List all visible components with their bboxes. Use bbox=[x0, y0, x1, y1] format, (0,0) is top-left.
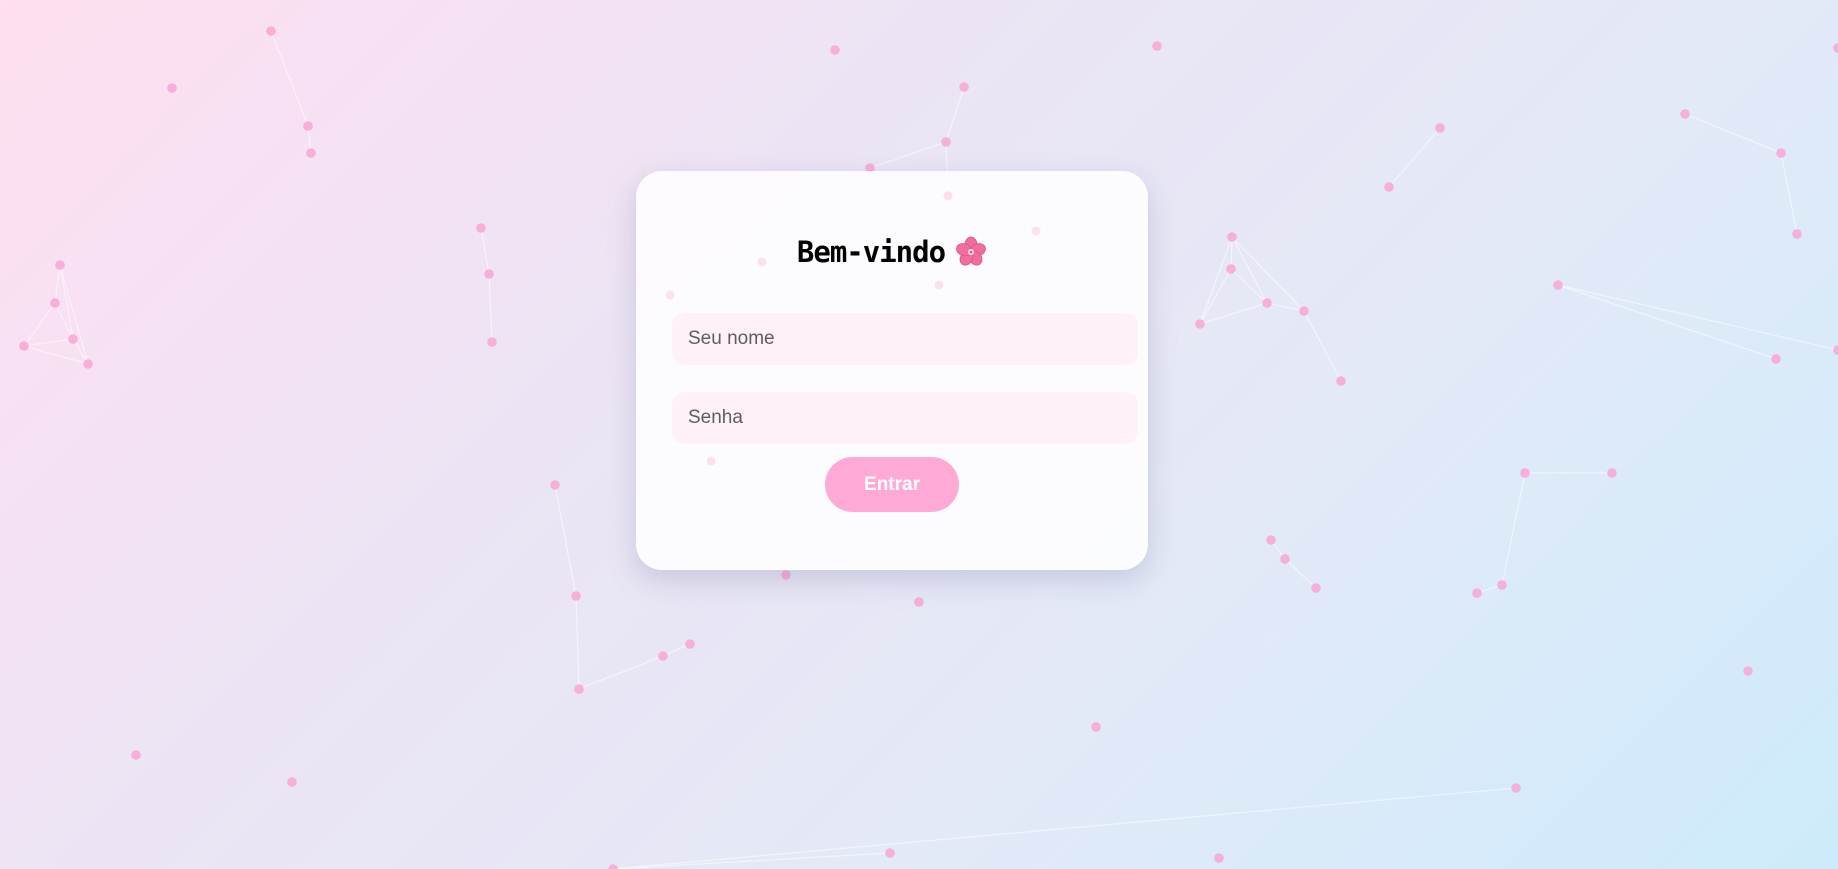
particle-link bbox=[1199, 236, 1233, 325]
particle-node bbox=[1227, 232, 1237, 242]
particle-node bbox=[1743, 666, 1753, 676]
particle-node bbox=[959, 82, 969, 92]
card-particle-node bbox=[943, 191, 953, 201]
particle-node bbox=[19, 341, 29, 351]
particle-link bbox=[59, 264, 89, 365]
particle-node bbox=[1091, 722, 1101, 732]
particle-node bbox=[131, 750, 141, 760]
cherry-blossom-icon bbox=[955, 236, 987, 268]
particle-node bbox=[1214, 853, 1224, 863]
particle-node bbox=[1195, 319, 1205, 329]
particle-node bbox=[781, 570, 791, 580]
particle-node bbox=[50, 298, 60, 308]
particle-link bbox=[612, 852, 891, 869]
particle-link bbox=[945, 86, 965, 143]
name-input[interactable] bbox=[672, 313, 1138, 365]
particle-link bbox=[1266, 302, 1305, 312]
particle-node bbox=[303, 121, 313, 131]
particle-link bbox=[612, 787, 1517, 869]
particle-node bbox=[1520, 468, 1530, 478]
particle-link bbox=[1557, 284, 1777, 360]
particle-link bbox=[1284, 558, 1317, 589]
particle-node bbox=[658, 651, 668, 661]
particle-node bbox=[1511, 783, 1521, 793]
particle-node bbox=[885, 848, 895, 858]
particle-node bbox=[685, 639, 695, 649]
particle-node bbox=[68, 334, 78, 344]
particle-node bbox=[1262, 298, 1272, 308]
login-button[interactable]: Entrar bbox=[825, 457, 959, 512]
particle-node bbox=[1792, 229, 1802, 239]
particle-node bbox=[1311, 583, 1321, 593]
particle-link bbox=[869, 141, 947, 169]
particle-link bbox=[23, 302, 56, 347]
particle-link bbox=[1684, 113, 1782, 154]
particle-link bbox=[1780, 152, 1798, 235]
particle-node bbox=[830, 45, 840, 55]
particle-link bbox=[270, 30, 309, 127]
particle-link bbox=[1303, 310, 1342, 382]
particle-node bbox=[476, 223, 486, 233]
particle-node bbox=[1833, 43, 1838, 53]
particle-node bbox=[1280, 554, 1290, 564]
particle-node bbox=[941, 137, 951, 147]
particle-node bbox=[1152, 41, 1162, 51]
card-particle-node bbox=[706, 456, 716, 466]
particle-node bbox=[1833, 345, 1838, 355]
card-particle-node bbox=[665, 290, 675, 300]
particle-node bbox=[571, 591, 581, 601]
particle-node bbox=[484, 269, 494, 279]
particle-node bbox=[1553, 280, 1563, 290]
particle-link bbox=[1501, 472, 1526, 586]
particle-node bbox=[574, 684, 584, 694]
particle-node bbox=[287, 777, 297, 787]
particle-node bbox=[83, 359, 93, 369]
particle-link bbox=[554, 484, 577, 597]
login-card: Bem-vindo Entrar bbox=[636, 171, 1148, 570]
particle-node bbox=[1336, 376, 1346, 386]
particle-node bbox=[1435, 123, 1445, 133]
particle-node bbox=[1472, 588, 1482, 598]
card-particle-node bbox=[934, 280, 944, 290]
particle-node bbox=[1226, 264, 1236, 274]
particle-link bbox=[1230, 236, 1233, 270]
particle-link bbox=[480, 227, 490, 275]
particle-link bbox=[1231, 236, 1268, 304]
particle-node bbox=[1299, 306, 1309, 316]
welcome-heading: Bem-vindo bbox=[636, 235, 1148, 269]
particle-node bbox=[55, 260, 65, 270]
particle-node bbox=[487, 337, 497, 347]
particle-node bbox=[1771, 354, 1781, 364]
particle-node bbox=[608, 864, 618, 869]
particle-node bbox=[1384, 182, 1394, 192]
particle-link bbox=[54, 264, 61, 304]
password-input[interactable] bbox=[672, 392, 1138, 444]
particle-node bbox=[550, 480, 560, 490]
particle-link bbox=[947, 195, 1037, 232]
particle-node bbox=[914, 597, 924, 607]
particle-node bbox=[1266, 535, 1276, 545]
particle-node bbox=[1776, 148, 1786, 158]
particle-node bbox=[1497, 580, 1507, 590]
particle-link bbox=[578, 655, 664, 690]
particle-node bbox=[1607, 468, 1617, 478]
particle-link bbox=[1388, 127, 1441, 188]
particle-link bbox=[23, 338, 74, 347]
welcome-title-text: Bem-vindo bbox=[796, 235, 946, 269]
particle-link bbox=[1230, 268, 1268, 304]
particle-link bbox=[488, 273, 493, 343]
particle-link bbox=[575, 595, 580, 690]
particle-node bbox=[167, 83, 177, 93]
particle-node bbox=[266, 26, 276, 36]
particle-node bbox=[1680, 109, 1690, 119]
particle-node bbox=[306, 148, 316, 158]
particle-link bbox=[1557, 284, 1838, 351]
